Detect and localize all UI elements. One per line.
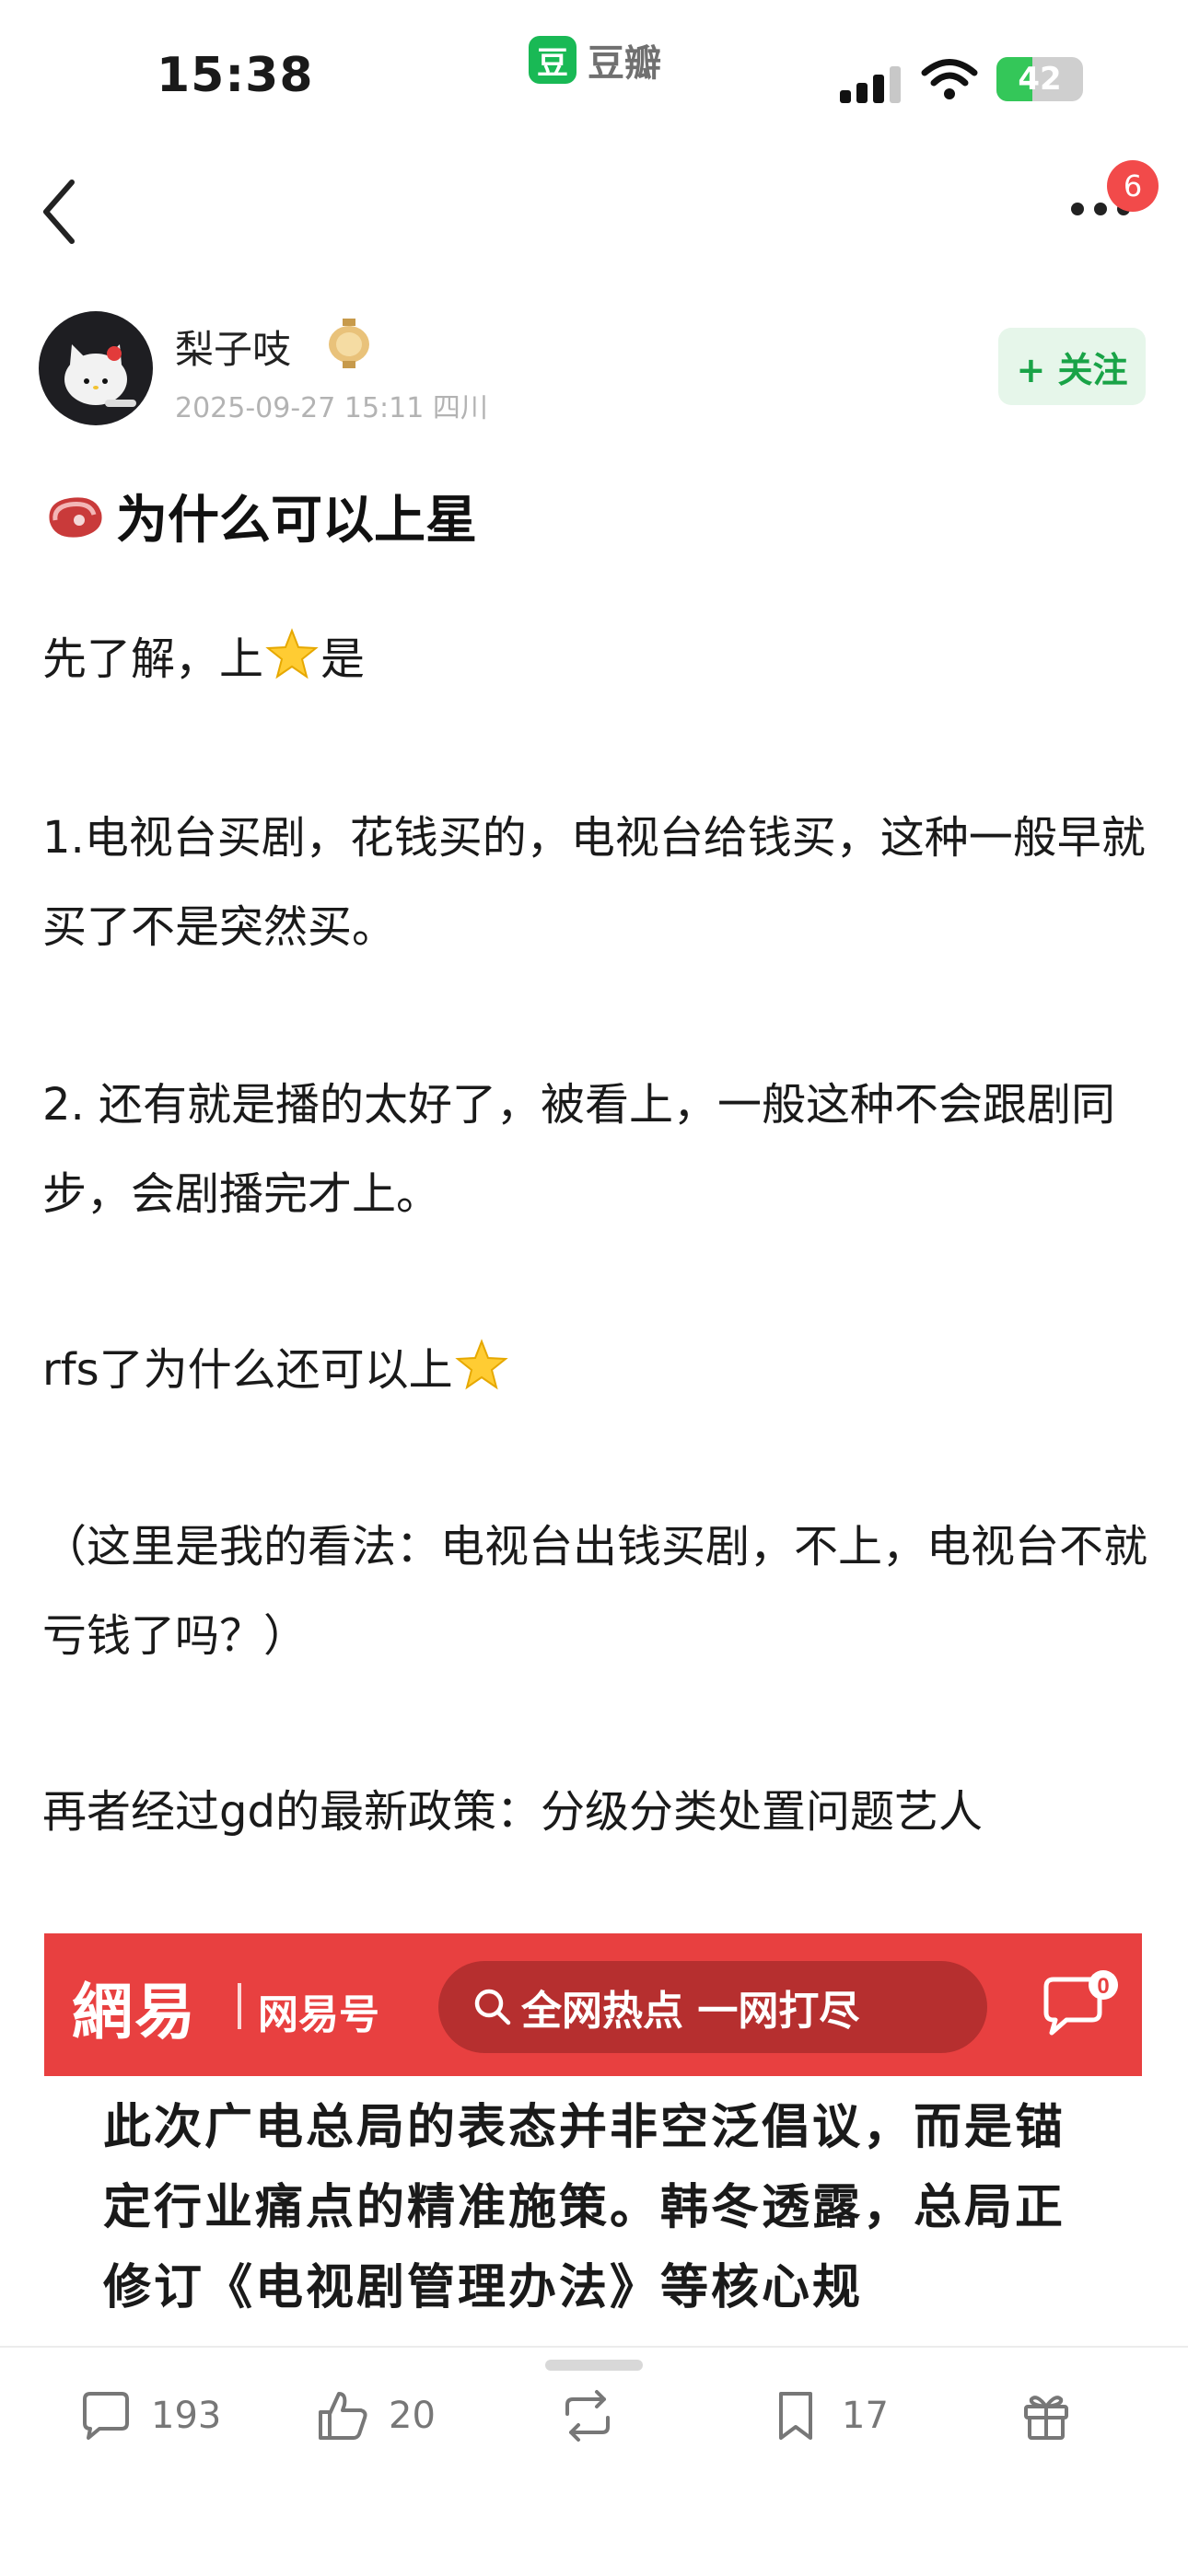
back-icon[interactable] — [37, 177, 83, 247]
netease-search-text: 全网热点 一网打尽 — [521, 1988, 860, 2035]
embedded-article-image[interactable]: 網易 网易号 全网热点 一网打尽 0 此次广电总局的表态并非空泛倡议，而是锚定行… — [44, 1933, 1142, 2348]
author-name[interactable]: 梨子吱 — [175, 319, 291, 375]
bookmark-icon — [779, 2392, 812, 2440]
gift-icon — [1024, 2396, 1068, 2440]
paragraph-text: 先了解，上 — [42, 633, 264, 685]
like-count: 20 — [389, 2395, 436, 2437]
app-name: 豆瓣 — [588, 42, 661, 85]
app-badge: 豆 豆瓣 — [529, 33, 661, 87]
post-paragraph-6: 再者经过gd的最新政策：分级分类处置问题艺人 — [42, 1786, 983, 1838]
gift-button[interactable] — [1017, 2386, 1076, 2445]
lantern-medal-icon — [329, 319, 369, 368]
avatar[interactable] — [39, 311, 153, 425]
drag-handle[interactable] — [545, 2360, 643, 2371]
like-button[interactable]: 20 — [313, 2386, 436, 2445]
message-icon: 0 — [1043, 1970, 1118, 2036]
post-title: 为什么可以上星 — [116, 491, 477, 551]
follow-button[interactable]: + 关注 — [998, 328, 1146, 405]
bookmark-count: 17 — [842, 2395, 889, 2437]
netease-search-bar: 全网热点 一网打尽 — [438, 1961, 987, 2053]
notification-badge[interactable]: 6 — [1107, 160, 1159, 212]
embedded-article-text: 此次广电总局的表态并非空泛倡议，而是锚定行业痛点的精准施策。韩冬透露，总局正修订… — [103, 2100, 1066, 2315]
comment-icon — [83, 2392, 129, 2440]
paragraph-text: 是 — [320, 633, 366, 685]
star-icon — [454, 1339, 508, 1390]
star-icon — [265, 628, 319, 679]
steak-icon — [49, 496, 102, 538]
status-time: 15:38 — [157, 48, 314, 103]
netease-divider — [238, 1983, 241, 2029]
douban-logo-icon: 豆 — [529, 36, 577, 84]
message-count: 0 — [1097, 1974, 1109, 1999]
cell-signal-icon — [840, 66, 901, 103]
bookmark-button[interactable]: 17 — [766, 2386, 889, 2445]
comment-button[interactable]: 193 — [76, 2386, 221, 2445]
battery-percent: 42 — [1018, 61, 1062, 98]
post-paragraph-4: rfs了为什么还可以上 — [42, 1326, 1147, 1415]
post-title-row: 为什么可以上星 — [42, 479, 477, 553]
netease-header: 網易 网易号 全网热点 一网打尽 0 — [44, 1933, 1142, 2076]
bottom-action-bar — [0, 2346, 1188, 2576]
like-icon — [319, 2392, 367, 2440]
netease-logo: 網易 — [72, 1977, 197, 2048]
post-paragraph-2: 1.电视台买剧，花钱买的，电视台给钱买，这种一般早就买了不是突然买。 — [42, 812, 1146, 953]
avatar-kitty-icon — [64, 344, 136, 407]
paragraph-text: rfs了为什么还可以上 — [42, 1344, 453, 1396]
post-paragraph-3: 2. 还有就是播的太好了，被看上，一般这种不会跟剧同步，会剧播完才上。 — [42, 1079, 1116, 1220]
wifi-icon — [921, 59, 978, 99]
reshare-icon — [565, 2390, 610, 2442]
reshare-button[interactable] — [558, 2386, 634, 2445]
search-icon — [474, 1989, 511, 2025]
netease-subtitle: 网易号 — [258, 1991, 379, 2038]
battery-indicator: 42 — [996, 57, 1083, 101]
post-meta: 2025-09-27 15:11 四川 — [175, 392, 488, 424]
comment-count: 193 — [151, 2395, 222, 2437]
post-paragraph-1: 先了解，上 是 — [42, 615, 1147, 704]
post-paragraph-5: （这里是我的看法：电视台出钱买剧，不上，电视台不就亏钱了吗？） — [42, 1521, 1148, 1662]
